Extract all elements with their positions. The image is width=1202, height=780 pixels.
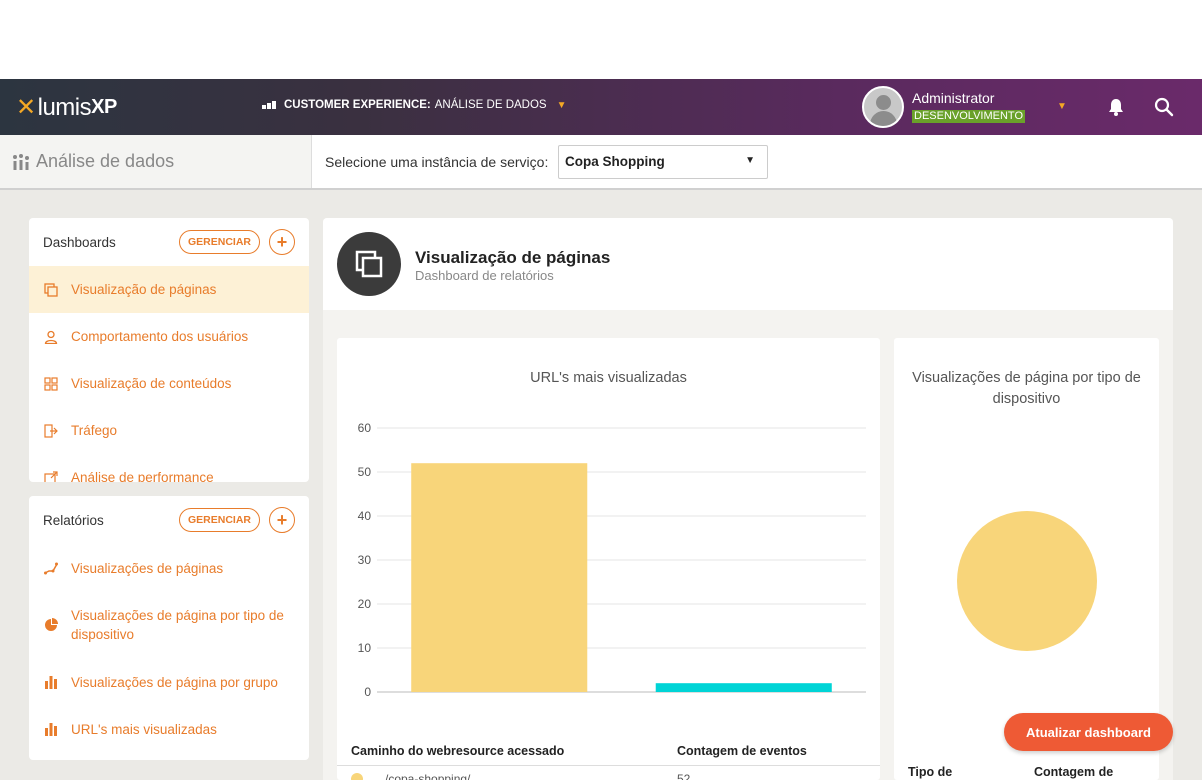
logo-text: lumis [37,93,92,121]
manage-reports-button[interactable]: GERENCIAR [179,508,260,532]
grid-icon [43,376,59,392]
plus-icon: + [276,509,288,530]
y-tick-label: 50 [358,465,372,479]
column-header-count: Contagem de eventos [677,744,807,758]
plus-icon: + [276,231,288,252]
dashboard-item-label: Análise de performance [71,470,214,482]
product-selector[interactable]: CUSTOMER EXPERIENCE: ANÁLISE DE DADOS ▼ [262,99,567,111]
environment-badge: DESENVOLVIMENTO [912,110,1026,123]
user-icon [43,329,59,345]
instance-select[interactable]: Copa Shopping ▼ [558,145,768,179]
refresh-dashboard-button[interactable]: Atualizar dashboard [1004,713,1173,751]
y-tick-label: 0 [364,685,371,699]
pie-slice[interactable] [957,511,1097,651]
dashboard-item-label: Visualização de páginas [71,282,217,297]
legend-dot [351,773,363,780]
reports-header: Relatórios GERENCIAR + [29,496,309,544]
dashboard-item-page-views[interactable]: Visualização de páginas [29,266,309,313]
user-name: Administrator [912,90,995,106]
report-item-label: URL's mais visualizadas [71,721,217,737]
dashboard-item-performance[interactable]: Análise de performance [29,454,309,482]
dashboard-item-label: Comportamento dos usuários [71,329,249,344]
bell-icon[interactable] [1106,97,1126,122]
content-area: Dashboards GERENCIAR + Visualização de p… [0,190,1202,780]
avatar [862,86,904,128]
instance-select-value: Copa Shopping [565,154,665,169]
report-item-label: Visualizações de página por grupo [71,674,278,690]
dashboard-header: Visualização de páginas Dashboard de rel… [323,218,1173,310]
pie-chart-title: Visualizações de página por tipo de disp… [912,370,1141,407]
top-bar: ✕ lumis XP CUSTOMER EXPERIENCE: ANÁLISE … [0,79,1202,135]
y-tick-label: 20 [358,597,372,611]
dashboard-subtitle: Dashboard de relatórios [415,268,554,283]
bar-chart-title: URL's mais visualizadas [530,370,687,386]
chevron-down-icon: ▼ [745,155,755,166]
pie-table-header: Tipo de Contagem de [894,764,1159,780]
chevron-down-icon: ▼ [556,99,567,111]
add-dashboard-button[interactable]: + [269,229,295,255]
dashboard-item-label: Visualização de conteúdos [71,376,232,391]
performance-icon [43,470,59,482]
dashboard-item-user-behavior[interactable]: Comportamento dos usuários [29,313,309,360]
section-title-text: Análise de dados [36,151,175,171]
dashboard-item-traffic[interactable]: Tráfego [29,407,309,454]
traffic-icon [43,423,59,439]
logo-xp-text: XP [91,96,117,118]
bar-chart-card: URL's mais visualizadas 0 10 20 30 40 50 60 Ca… [337,338,880,780]
pie-chart-icon [43,618,59,632]
user-menu[interactable]: Administrator DESENVOLVIMENTO ▼ [862,86,1067,128]
chevron-down-icon: ▼ [1057,101,1067,112]
pages-icon [337,232,401,296]
table-header: Caminho do webresource acessado Contagem… [337,736,880,766]
pages-icon [43,282,59,298]
dashboard-title: Visualização de páginas [415,248,611,267]
bars-icon [262,101,276,109]
y-tick-label: 10 [358,641,372,655]
report-item-by-device[interactable]: Visualizações de página por tipo de disp… [29,592,309,658]
instance-label: Selecione uma instância de serviço: [325,154,549,170]
user-info: Administrator DESENVOLVIMENTO [912,90,1026,124]
logo-x-icon: ✕ [16,94,36,121]
bar-chart: 0 10 20 30 40 50 60 [358,421,866,699]
sub-header: Análise de dados Selecione uma instância… [0,135,1202,190]
report-item-label: Visualizações de página por tipo de disp… [71,608,284,642]
search-icon[interactable] [1154,97,1174,122]
dashboard-panel: Visualização de páginas Dashboard de rel… [323,218,1173,780]
bar[interactable] [655,683,832,692]
y-tick-label: 30 [358,553,372,567]
column-header-device: Tipo de [908,765,953,779]
dashboards-title: Dashboards [43,234,116,250]
bar-chart-icon [43,722,59,736]
reports-panel: Relatórios GERENCIAR + Visualizações de … [29,496,309,760]
product-module: ANÁLISE DE DADOS [434,99,547,111]
reports-title: Relatórios [43,512,104,528]
bar[interactable] [411,463,588,692]
lumis-logo[interactable]: ✕ lumis XP [16,93,117,122]
dashboard-item-content-views[interactable]: Visualização de conteúdos [29,360,309,407]
product-name: CUSTOMER EXPERIENCE: [284,99,431,111]
line-chart-icon [43,561,59,575]
analytics-icon [13,153,29,170]
pie-chart [957,511,1097,651]
report-item-by-group[interactable]: Visualizações de página por grupo [29,658,309,706]
manage-dashboards-button[interactable]: GERENCIAR [179,230,260,254]
column-header-count: Contagem de [1034,765,1114,779]
dashboards-header: Dashboards GERENCIAR + [29,218,309,266]
y-tick-label: 60 [358,421,372,435]
table-row: /copa-shopping/ 52 [337,768,880,780]
section-title: Análise de dados [0,135,312,188]
report-item-top-urls[interactable]: URL's mais visualizadas [29,706,309,752]
add-report-button[interactable]: + [269,507,295,533]
y-tick-label: 40 [358,509,372,523]
dashboards-panel: Dashboards GERENCIAR + Visualização de p… [29,218,309,482]
row-path: /copa-shopping/ [385,772,471,780]
dashboard-item-label: Tráfego [71,423,118,438]
bar-chart-icon [43,675,59,689]
report-item-page-views[interactable]: Visualizações de páginas [29,544,309,592]
row-count: 52 [677,772,691,780]
column-header-path: Caminho do webresource acessado [351,744,565,758]
report-item-label: Visualizações de páginas [71,560,224,576]
